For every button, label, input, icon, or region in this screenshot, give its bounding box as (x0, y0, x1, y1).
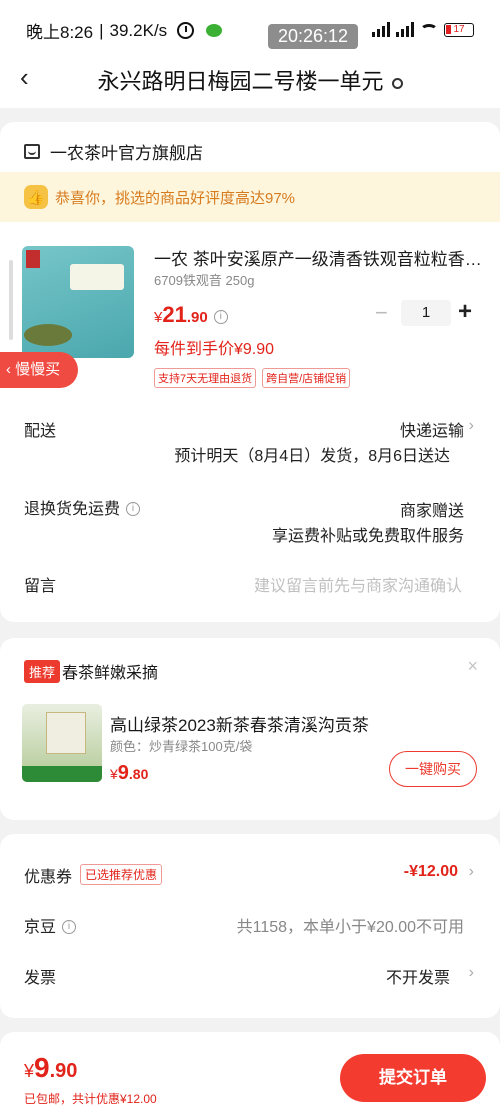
checkout-bar: ¥9.90 已包邮，共计优惠¥12.00 提交订单 (0, 1032, 500, 1111)
status-right: 17 (372, 22, 474, 37)
page-header: ‹ 永兴路明日梅园二号楼一单元 (0, 56, 500, 108)
product-image[interactable] (22, 246, 134, 358)
delivery-estimate: 预计明天（8月4日）发货，8月6日送达 (174, 448, 450, 465)
delivery-label: 配送 (24, 423, 57, 440)
store-icon (24, 144, 40, 159)
signal-icon (372, 22, 390, 37)
product-title[interactable]: 一农 茶叶安溪原产一级清香铁观音粒粒香… (154, 245, 484, 270)
recommend-title: 春茶鲜嫩采摘 (62, 665, 159, 682)
praise-banner: 👍 恭喜你，挑选的商品好评度高达97% (0, 172, 500, 222)
return-shipping-label: 退换货免运费 i (24, 495, 141, 519)
product-price: ¥21.90 i (154, 302, 228, 328)
return-shipping-detail: 享运费补贴或免费取件服务 (271, 528, 464, 545)
decrease-button[interactable]: − (375, 300, 388, 326)
store-name: 一农茶叶官方旗舰店 (50, 144, 203, 163)
recommend-badge: 推荐 (24, 660, 61, 683)
unit-price: 每件到手价¥9.90 (154, 341, 275, 358)
close-icon[interactable]: × (467, 656, 478, 677)
product-tags: 支持7天无理由退货 跨自营/店铺促销 (154, 368, 351, 388)
alarm-icon (177, 22, 195, 39)
increase-button[interactable]: + (458, 298, 472, 326)
scroll-indicator (9, 260, 13, 340)
jingdou-label: 京豆 i (24, 913, 77, 937)
info-icon[interactable]: i (62, 920, 77, 934)
thumbs-up-icon: 👍 (24, 185, 48, 209)
status-left: 晚上8:26 | 39.2K/s (26, 18, 223, 43)
recommend-image[interactable] (22, 704, 102, 782)
recommend-item-name[interactable]: 高山绿茶2023新茶春茶清溪沟贡茶 (110, 711, 369, 736)
tag-return: 支持7天无理由退货 (154, 368, 257, 388)
store-header[interactable]: 一农茶叶官方旗舰店 (24, 139, 203, 164)
status-bar: 晚上8:26 | 39.2K/s 20:26:12 17 (0, 0, 500, 56)
wechat-icon (206, 24, 223, 37)
coupon-tag: 已选推荐优惠 (80, 864, 163, 885)
info-icon[interactable]: i (126, 502, 141, 516)
invoice-value[interactable]: 不开发票 (386, 964, 450, 988)
jingdou-value: 共1158，本单小于¥20.00不可用 (236, 919, 464, 936)
recommend-price: ¥9.80 (110, 762, 149, 784)
chevron-right-icon[interactable]: › (469, 964, 474, 982)
submit-order-button[interactable]: 提交订单 (340, 1054, 486, 1102)
chevron-right-icon[interactable]: › (469, 863, 474, 881)
chevron-right-icon[interactable]: › (469, 417, 474, 435)
coupon-value[interactable]: -¥12.00 (404, 863, 458, 881)
clock-overlay: 20:26:12 (268, 24, 359, 49)
coupon-label: 优惠券 (24, 869, 73, 886)
discount-card: 优惠券 已选推荐优惠 -¥12.00 › 京豆 i 共1158，本单小于¥20.0… (0, 834, 500, 1018)
store-card: 一农茶叶官方旗舰店 👍 恭喜你，挑选的商品好评度高达97% 一农 茶叶安溪原产一… (0, 122, 500, 622)
network-speed: 39.2K/s (109, 20, 168, 40)
message-label: 留言 (24, 578, 57, 595)
location-pin-icon (391, 77, 403, 89)
product-spec[interactable]: 6709铁观音 250g (154, 270, 254, 289)
message-input[interactable]: 建议留言前先与商家沟通确认 (254, 572, 462, 596)
total-discount: 已包邮，共计优惠¥12.00 (24, 1092, 157, 1106)
quantity-input[interactable]: 1 (401, 300, 451, 326)
status-time: 晚上8:26 (26, 23, 94, 42)
invoice-label: 发票 (24, 970, 57, 987)
banner-text: 恭喜你，挑选的商品好评度高达97% (55, 190, 296, 207)
slow-buy-button[interactable]: ‹ 慢慢买 (0, 352, 78, 388)
total-price: ¥9.90 (24, 1052, 78, 1083)
battery-icon: 17 (444, 23, 474, 37)
recommend-item-spec: 颜色：炒青绿茶100克/袋 (110, 739, 253, 754)
signal-icon (396, 22, 414, 37)
tag-promo: 跨自营/店铺促销 (262, 368, 351, 388)
return-shipping-value: 商家赠送 (399, 503, 464, 520)
info-icon[interactable]: i (213, 310, 228, 324)
one-click-buy-button[interactable]: 一键购买 (389, 751, 477, 787)
wifi-icon (420, 24, 438, 37)
recommend-card: 推荐 春茶鲜嫩采摘 × 高山绿茶2023新茶春茶清溪沟贡茶 颜色：炒青绿茶100… (0, 638, 500, 820)
address-title[interactable]: 永兴路明日梅园二号楼一单元 (0, 64, 500, 96)
delivery-method[interactable]: 快递运输 (400, 417, 464, 441)
